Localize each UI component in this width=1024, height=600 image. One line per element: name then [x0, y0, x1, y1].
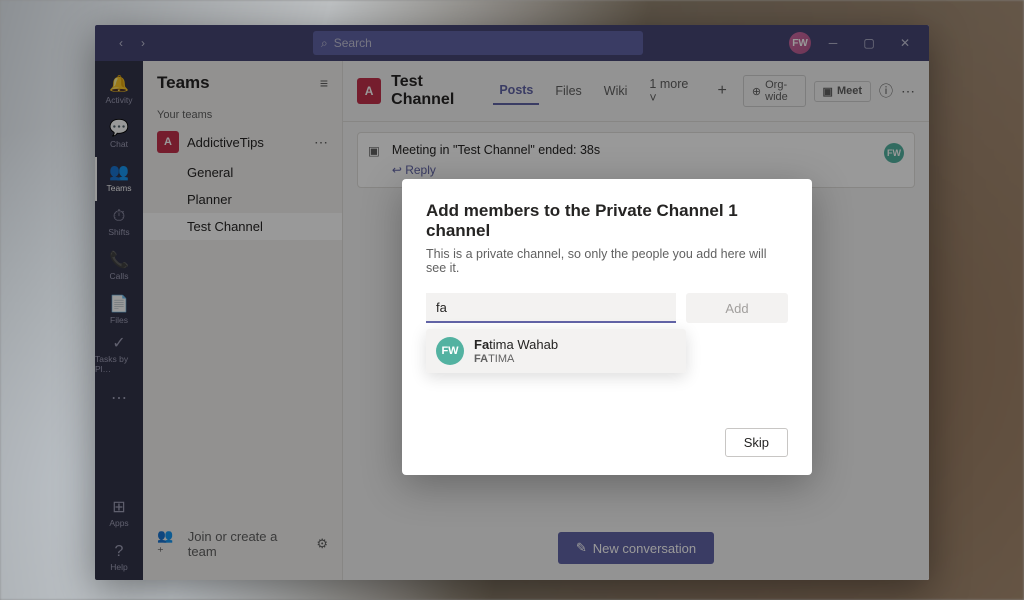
- suggestion-name: Fatima Wahab: [474, 337, 558, 353]
- add-button[interactable]: Add: [686, 293, 788, 323]
- modal-subtitle: This is a private channel, so only the p…: [426, 247, 788, 275]
- modal-title: Add members to the Private Channel 1 cha…: [426, 201, 788, 241]
- skip-button[interactable]: Skip: [725, 428, 788, 457]
- suggestion-subname: FATIMA: [474, 353, 558, 365]
- suggestion-avatar: FW: [436, 337, 464, 365]
- add-members-modal: Add members to the Private Channel 1 cha…: [402, 179, 812, 475]
- member-search-input[interactable]: [426, 293, 676, 323]
- teams-window: ‹ › ⌕ Search FW ─ ▢ ✕ 🔔 Activity 💬 Chat …: [95, 25, 929, 580]
- suggestion-item[interactable]: FW Fatima Wahab FATIMA: [426, 329, 686, 373]
- suggestion-list: FW Fatima Wahab FATIMA: [426, 329, 686, 373]
